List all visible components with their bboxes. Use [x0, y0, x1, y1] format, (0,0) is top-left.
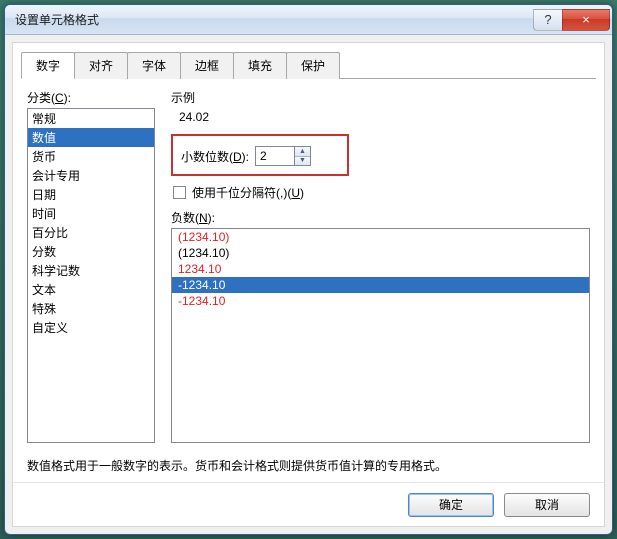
- category-item[interactable]: 特殊: [28, 299, 154, 318]
- chevron-down-icon: ▼: [299, 157, 306, 164]
- chevron-up-icon: ▲: [299, 148, 306, 155]
- category-item[interactable]: 分数: [28, 242, 154, 261]
- window-controls: ? ×: [534, 9, 610, 31]
- category-item[interactable]: 自定义: [28, 318, 154, 337]
- titlebar: 设置单元格格式 ? ×: [5, 5, 612, 35]
- negatives-list[interactable]: (1234.10)(1234.10)1234.10-1234.10-1234.1…: [171, 228, 590, 443]
- help-icon: ?: [544, 12, 551, 27]
- decimals-spinner[interactable]: ▲ ▼: [255, 146, 311, 166]
- category-item[interactable]: 时间: [28, 204, 154, 223]
- help-button[interactable]: ?: [533, 9, 563, 31]
- category-item[interactable]: 百分比: [28, 223, 154, 242]
- category-item[interactable]: 常规: [28, 109, 154, 128]
- ok-button[interactable]: 确定: [408, 493, 494, 517]
- tab-font[interactable]: 字体: [127, 52, 181, 79]
- negatives-item[interactable]: (1234.10): [172, 229, 589, 245]
- category-label: 分类(C):: [27, 89, 155, 106]
- category-item[interactable]: 文本: [28, 280, 154, 299]
- example-label: 示例: [171, 89, 590, 106]
- tab-number[interactable]: 数字: [21, 52, 75, 79]
- window-title: 设置单元格格式: [15, 11, 534, 28]
- tab-label: 保护: [301, 59, 325, 73]
- client-area: 数字 对齐 字体 边框 填充 保护 分类(C): 常规数值货币会计专用日期时间百…: [12, 42, 605, 527]
- tab-body: 分类(C): 常规数值货币会计专用日期时间百分比分数科学记数文本特殊自定义 示例…: [13, 79, 604, 482]
- tab-label: 字体: [142, 59, 166, 73]
- cancel-button[interactable]: 取消: [504, 493, 590, 517]
- tab-strip: 数字 对齐 字体 边框 填充 保护: [13, 43, 604, 78]
- thousands-label[interactable]: 使用千位分隔符(,)(U): [192, 184, 304, 201]
- category-item[interactable]: 货币: [28, 147, 154, 166]
- decimals-highlight: 小数位数(D): ▲ ▼: [171, 134, 349, 176]
- tab-label: 填充: [248, 59, 272, 73]
- tab-alignment[interactable]: 对齐: [74, 52, 128, 79]
- decimals-label: 小数位数(D):: [181, 148, 249, 165]
- format-cells-dialog: 设置单元格格式 ? × 数字 对齐 字体 边框 填充 保护 分类(C): 常规数…: [4, 4, 613, 535]
- negatives-label: 负数(N):: [171, 209, 590, 226]
- category-item[interactable]: 日期: [28, 185, 154, 204]
- upper-pane: 分类(C): 常规数值货币会计专用日期时间百分比分数科学记数文本特殊自定义 示例…: [27, 89, 590, 443]
- close-icon: ×: [582, 12, 590, 27]
- negatives-item[interactable]: -1234.10: [172, 277, 589, 293]
- number-settings: 示例 24.02 小数位数(D): ▲ ▼: [155, 89, 590, 443]
- thousands-row: 使用千位分隔符(,)(U): [171, 184, 590, 201]
- tab-label: 边框: [195, 59, 219, 73]
- category-column: 分类(C): 常规数值货币会计专用日期时间百分比分数科学记数文本特殊自定义: [27, 89, 155, 443]
- category-item[interactable]: 会计专用: [28, 166, 154, 185]
- tab-border[interactable]: 边框: [180, 52, 234, 79]
- negatives-item[interactable]: -1234.10: [172, 293, 589, 309]
- negatives-item[interactable]: 1234.10: [172, 261, 589, 277]
- ok-button-label: 确定: [439, 496, 463, 513]
- spin-down-button[interactable]: ▼: [295, 157, 310, 166]
- category-item[interactable]: 数值: [28, 128, 154, 147]
- close-button[interactable]: ×: [562, 9, 610, 31]
- tab-fill[interactable]: 填充: [233, 52, 287, 79]
- cancel-button-label: 取消: [535, 496, 559, 513]
- tab-protection[interactable]: 保护: [286, 52, 340, 79]
- spin-up-button[interactable]: ▲: [295, 147, 310, 157]
- spinner-buttons: ▲ ▼: [294, 147, 310, 165]
- thousands-checkbox[interactable]: [173, 186, 186, 199]
- negatives-item[interactable]: (1234.10): [172, 245, 589, 261]
- description-text: 数值格式用于一般数字的表示。货币和会计格式则提供货币值计算的专用格式。: [27, 457, 590, 474]
- tab-label: 对齐: [89, 59, 113, 73]
- decimals-input[interactable]: [256, 147, 294, 165]
- category-list[interactable]: 常规数值货币会计专用日期时间百分比分数科学记数文本特殊自定义: [27, 108, 155, 443]
- example-value: 24.02: [171, 110, 590, 124]
- dialog-footer: 确定 取消: [13, 482, 604, 526]
- tab-label: 数字: [36, 59, 60, 73]
- category-item[interactable]: 科学记数: [28, 261, 154, 280]
